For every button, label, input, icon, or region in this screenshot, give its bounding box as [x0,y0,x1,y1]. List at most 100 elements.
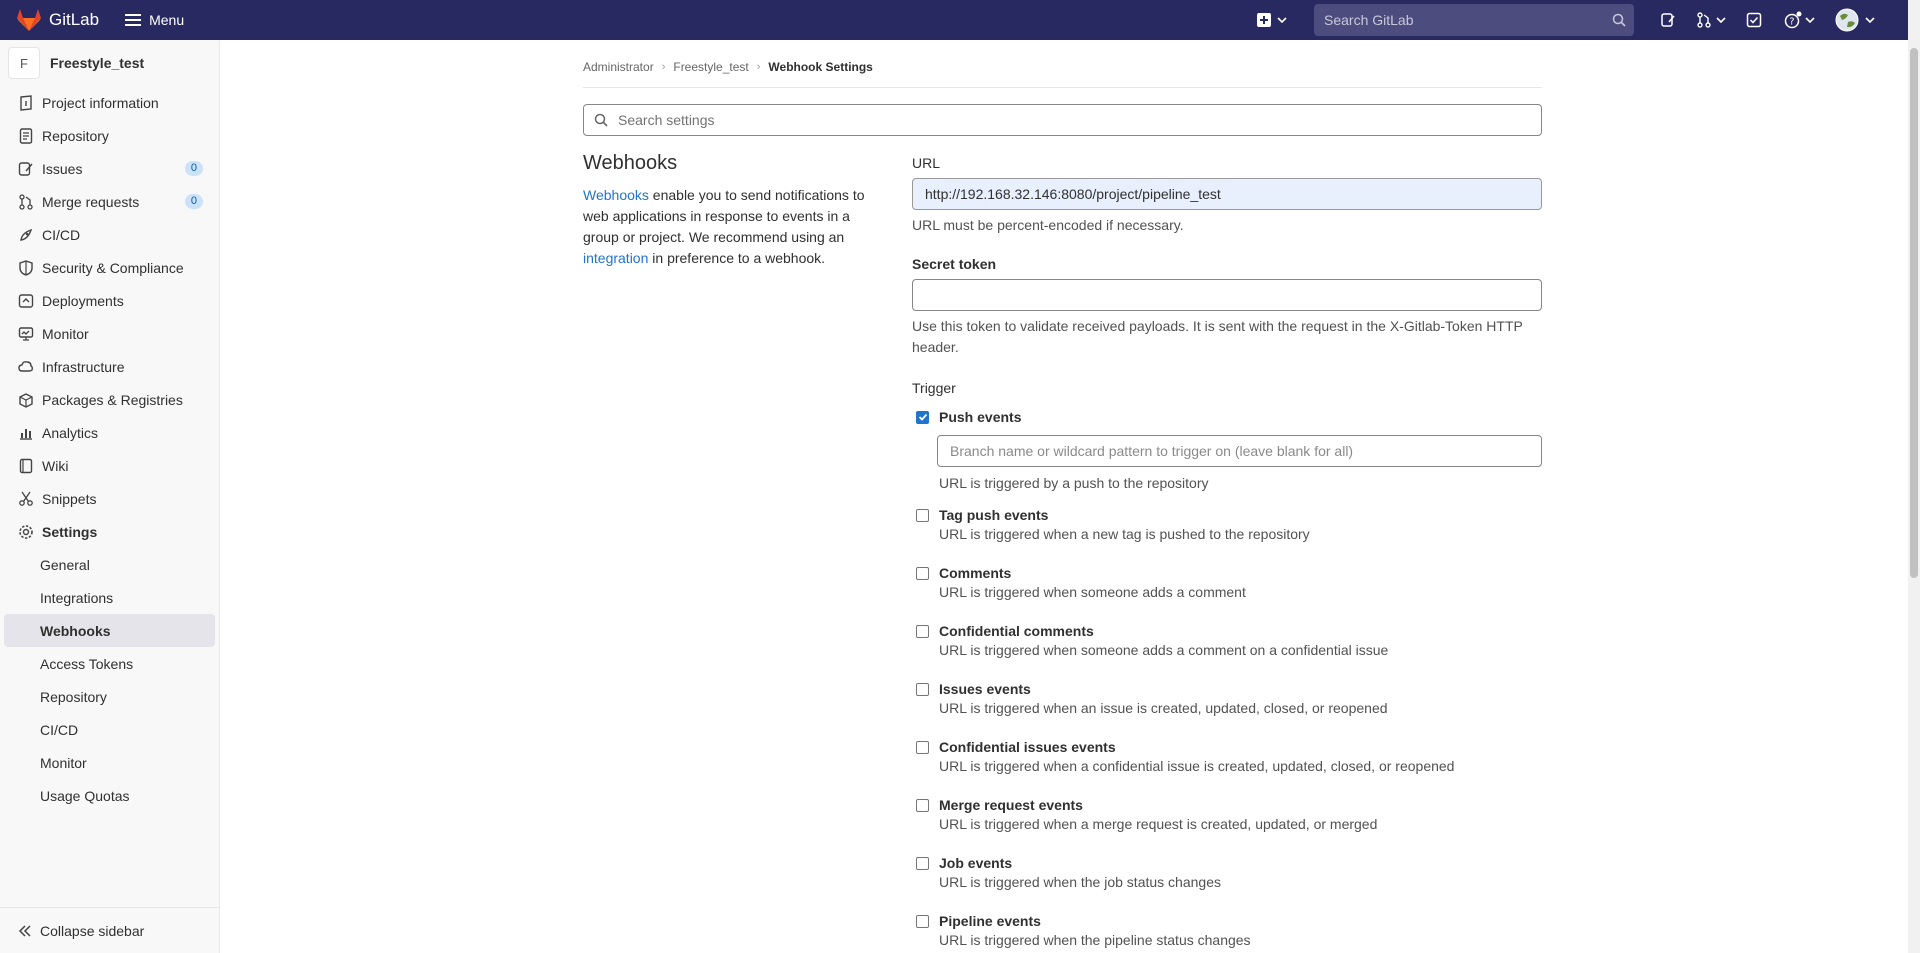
sidebar-item-label: Packages & Registries [42,391,183,408]
trigger-title: Confidential issues events [939,739,1116,755]
issues-nav-button[interactable] [1648,0,1688,40]
doc-icon [18,127,34,144]
sidebar-subitem-repository[interactable]: Repository [0,680,219,713]
infrastructure-icon [18,359,34,375]
sidebar-item-security-compliance[interactable]: Security & Compliance [0,251,219,284]
chevron-down-icon [1865,17,1875,24]
breadcrumb-item[interactable]: Administrator [583,60,654,74]
trigger-title: Push events [939,409,1022,425]
trigger-job-events: Job events URL is triggered when the job… [912,855,1542,890]
sidebar-project-header[interactable]: F Freestyle_test [0,40,219,86]
merge-request-events-checkbox[interactable] [916,798,929,812]
sidebar-item-packages-registries[interactable]: Packages & Registries [0,383,219,416]
sidebar-item-monitor[interactable]: Monitor [0,317,219,350]
sidebar-item-label: Monitor [42,325,89,342]
job-events-checkbox[interactable] [916,856,929,870]
page-title: Webhooks [583,152,678,174]
sidebar-item-merge-requests[interactable]: Merge requests 0 [0,185,219,218]
sidebar-subitem-general[interactable]: General [0,548,219,581]
menu-button[interactable]: Menu [125,0,184,40]
sidebar-subitem-integrations[interactable]: Integrations [0,581,219,614]
secret-token-label: Secret token [912,256,997,272]
chevron-right-icon: › [756,60,761,73]
sidebar: F Freestyle_test Project information Rep… [0,40,220,953]
new-dropdown[interactable] [1252,0,1292,40]
collapse-sidebar-button[interactable]: Collapse sidebar [0,907,219,953]
issues-icon [18,161,34,177]
trigger-confidential-issues-events: Confidential issues events URL is trigge… [912,739,1542,774]
trigger-description: URL is triggered when the job status cha… [939,874,1221,890]
brand-name: GitLab [49,10,100,29]
sidebar-subitem-monitor[interactable]: Monitor [0,746,219,779]
top-right-actions: ? [1252,0,1920,40]
issues-events-checkbox[interactable] [916,682,929,696]
sidebar-item-label: Repository [42,127,109,144]
url-input[interactable] [912,178,1542,210]
push-events-checkbox[interactable] [916,410,929,424]
comments-checkbox[interactable] [916,566,929,580]
project-avatar: F [8,47,40,79]
confidential-comments-checkbox[interactable] [916,624,929,638]
merge-request-icon [18,193,34,210]
sidebar-subitem-webhooks[interactable]: Webhooks [4,614,215,647]
settings-search[interactable] [583,104,1542,136]
sidebar-item-issues[interactable]: Issues 0 [0,152,219,185]
help-dropdown[interactable]: ? [1774,0,1824,40]
deployments-icon [18,293,34,309]
merge-requests-count-badge: 0 [184,194,203,209]
pipeline-events-checkbox[interactable] [916,914,929,928]
webhooks-docs-link[interactable]: Webhooks [583,187,649,203]
sidebar-item-infrastructure[interactable]: Infrastructure [0,350,219,383]
chart-icon [18,425,34,441]
shield-icon [18,259,34,276]
sidebar-item-label: CI/CD [42,226,81,243]
sidebar-subitem-usage-quotas[interactable]: Usage Quotas [0,779,219,812]
integration-link[interactable]: integration [583,250,648,266]
branch-filter-input[interactable] [937,435,1542,467]
scrollbar-thumb[interactable] [1910,48,1918,578]
global-search[interactable] [1314,4,1634,36]
sidebar-item-label: Deployments [42,292,124,309]
sidebar-item-label: Snippets [42,490,97,507]
page-scrollbar[interactable] [1908,0,1920,953]
trigger-title: Comments [939,565,1012,581]
sidebar-item-repository[interactable]: Repository [0,119,219,152]
sidebar-item-settings[interactable]: Settings [0,515,219,548]
issues-icon [1661,13,1675,27]
trigger-description: URL is triggered when a merge request is… [939,816,1378,832]
search-icon [1612,13,1626,27]
chevron-down-icon [1716,17,1726,24]
sidebar-item-snippets[interactable]: Snippets [0,482,219,515]
issues-count-badge: 0 [184,161,203,176]
settings-search-input[interactable] [616,111,1541,129]
trigger-label: Trigger [912,380,956,396]
gitlab-logo[interactable]: GitLab [16,0,99,40]
tag-push-events-checkbox[interactable] [916,508,929,522]
plus-square-icon [1257,13,1271,27]
user-menu[interactable] [1824,0,1886,40]
sidebar-item-label: Analytics [42,424,99,441]
sidebar-item-wiki[interactable]: Wiki [0,449,219,482]
chevron-down-icon [1804,17,1815,24]
todos-nav-button[interactable] [1734,0,1774,40]
confidential-issues-events-checkbox[interactable] [916,740,929,754]
sidebar-item-analytics[interactable]: Analytics [0,416,219,449]
trigger-title: Pipeline events [939,913,1041,929]
merge-requests-nav-button[interactable] [1688,0,1734,40]
secret-token-input[interactable] [912,279,1542,311]
breadcrumb-current[interactable]: Webhook Settings [768,60,872,74]
trigger-pipeline-events: Pipeline events URL is triggered when th… [912,913,1542,948]
sidebar-subitem-ci-cd[interactable]: CI/CD [0,713,219,746]
merge-request-icon [1697,12,1711,28]
main-content: Administrator › Freestyle_test › Webhook… [221,40,1908,953]
sidebar-item-project-information[interactable]: Project information [0,86,219,119]
chevron-right-icon: › [661,60,666,73]
trigger-tag-push-events: Tag push events URL is triggered when a … [912,507,1542,542]
monitor-icon [18,326,34,342]
sidebar-subitem-access-tokens[interactable]: Access Tokens [0,647,219,680]
sidebar-item-deployments[interactable]: Deployments [0,284,219,317]
breadcrumb-item[interactable]: Freestyle_test [673,60,748,74]
todo-check-icon [1746,12,1762,28]
sidebar-item-ci-cd[interactable]: CI/CD [0,218,219,251]
global-search-input[interactable] [1322,11,1612,29]
